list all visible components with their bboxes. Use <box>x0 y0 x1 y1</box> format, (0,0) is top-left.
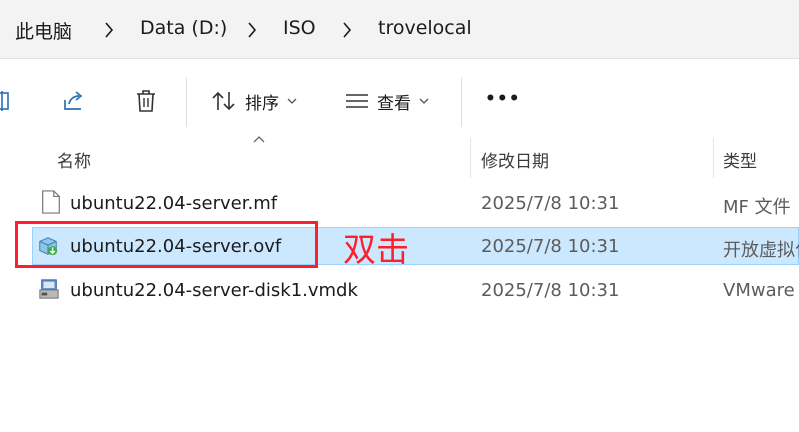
chevron-down-icon <box>419 98 429 104</box>
address-bar[interactable]: 此电脑 Data (D:) ISO trovelocal <box>0 0 799 59</box>
chevron-right-icon <box>105 22 114 38</box>
column-date-header[interactable]: 修改日期 <box>481 147 549 172</box>
breadcrumb-data-drive[interactable]: Data (D:) <box>140 17 227 39</box>
file-type: MF 文件 <box>723 197 791 218</box>
vmdk-disk-icon <box>39 279 59 299</box>
column-name-header[interactable]: 名称 <box>57 147 91 172</box>
breadcrumb-iso[interactable]: ISO <box>283 17 316 39</box>
column-type-header[interactable]: 类型 <box>723 147 757 172</box>
view-label: 查看 <box>377 93 411 114</box>
file-type: VMware <box>723 280 795 301</box>
chevron-down-icon <box>287 98 297 104</box>
file-name: ubuntu22.04-server.mf <box>70 193 278 214</box>
file-row[interactable]: ubuntu22.04-server-disk1.vmdk 2025/7/8 1… <box>32 271 799 309</box>
rename-icon[interactable] <box>0 89 14 113</box>
toolbar-divider <box>186 77 187 127</box>
file-date: 2025/7/8 10:31 <box>481 280 620 301</box>
file-row[interactable]: ubuntu22.04-server.mf 2025/7/8 10:31 MF … <box>32 184 799 222</box>
sort-label: 排序 <box>245 93 279 114</box>
annotation-highlight-box <box>15 221 318 268</box>
annotation-double-click-label: 双击 <box>343 230 409 269</box>
breadcrumb-this-pc[interactable]: 此电脑 <box>15 17 72 44</box>
view-list-icon <box>346 94 368 108</box>
more-options-button[interactable]: ••• <box>485 89 521 109</box>
toolbar-divider <box>461 77 462 127</box>
sort-icon <box>212 91 235 111</box>
view-button[interactable]: 查看 <box>345 87 429 115</box>
file-date: 2025/7/8 10:31 <box>481 236 620 257</box>
column-header: 名称 修改日期 类型 <box>0 135 799 179</box>
chevron-right-icon <box>248 22 257 38</box>
command-bar: 排序 查看 ••• <box>0 59 799 143</box>
file-type: 开放虚拟化 <box>723 240 799 261</box>
breadcrumb-trovelocal[interactable]: trovelocal <box>378 17 472 39</box>
text-file-icon <box>42 190 60 214</box>
column-divider[interactable] <box>713 138 714 178</box>
chevron-right-icon <box>343 22 352 38</box>
trash-icon[interactable] <box>135 89 157 113</box>
file-date: 2025/7/8 10:31 <box>481 193 620 214</box>
file-name: ubuntu22.04-server-disk1.vmdk <box>70 280 358 301</box>
column-divider[interactable] <box>470 138 471 178</box>
sort-button[interactable]: 排序 <box>211 87 297 115</box>
share-icon[interactable] <box>62 90 86 112</box>
